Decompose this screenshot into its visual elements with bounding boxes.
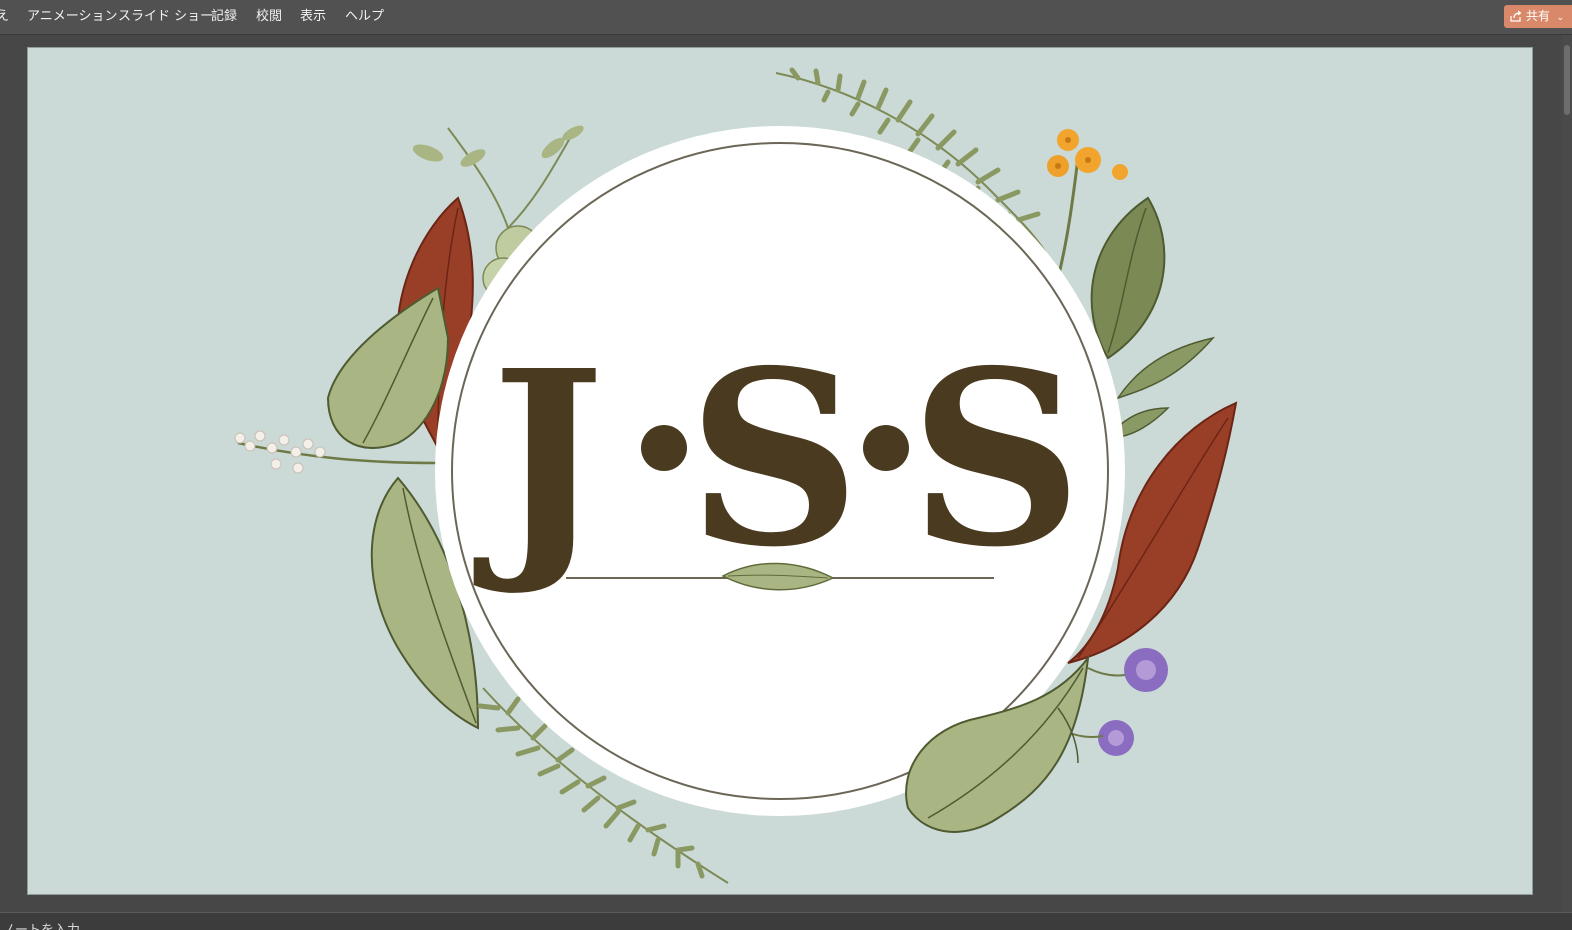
slide-artwork: J S S <box>234 67 1238 884</box>
menu-item-partial[interactable]: え <box>0 9 9 25</box>
chevron-down-icon[interactable]: ⌄ <box>1557 13 1565 23</box>
notes-placeholder[interactable]: ノートを入力 <box>2 919 80 930</box>
scrollbar-thumb[interactable] <box>1564 45 1570 115</box>
menu-item-animations[interactable]: アニメーション <box>27 9 117 25</box>
menu-item-help[interactable]: ヘルプ <box>345 9 384 25</box>
menu-item-view[interactable]: 表示 <box>300 9 326 25</box>
slide-editing-area: J S S <box>0 35 1572 912</box>
monogram-dot-2 <box>863 425 909 471</box>
slide-canvas[interactable]: J S S <box>27 47 1533 895</box>
monogram-letter-s1: S <box>687 318 860 600</box>
share-icon <box>1510 9 1526 23</box>
share-label: 共有 <box>1525 9 1550 23</box>
share-button[interactable]: 共有 ⌄ <box>1504 5 1572 28</box>
powerpoint-window: え アニメーション スライド ショー 記録 校閲 表示 ヘルプ 共有 ⌄ J S… <box>0 0 1572 930</box>
ribbon-menu-bar: え アニメーション スライド ショー 記録 校閲 表示 ヘルプ 共有 ⌄ <box>0 0 1572 35</box>
menu-item-record[interactable]: 記録 <box>211 9 237 25</box>
monogram: J S S <box>473 318 1082 600</box>
menu-item-review[interactable]: 校閲 <box>256 9 282 25</box>
monogram-letter-s2: S <box>909 318 1082 600</box>
notes-pane[interactable]: ノートを入力 <box>0 912 1572 930</box>
monogram-dot-1 <box>641 425 687 471</box>
vertical-scrollbar[interactable] <box>1562 35 1572 912</box>
menu-item-slideshow[interactable]: スライド ショー <box>118 9 213 25</box>
monogram-letter-j: J <box>473 318 605 600</box>
